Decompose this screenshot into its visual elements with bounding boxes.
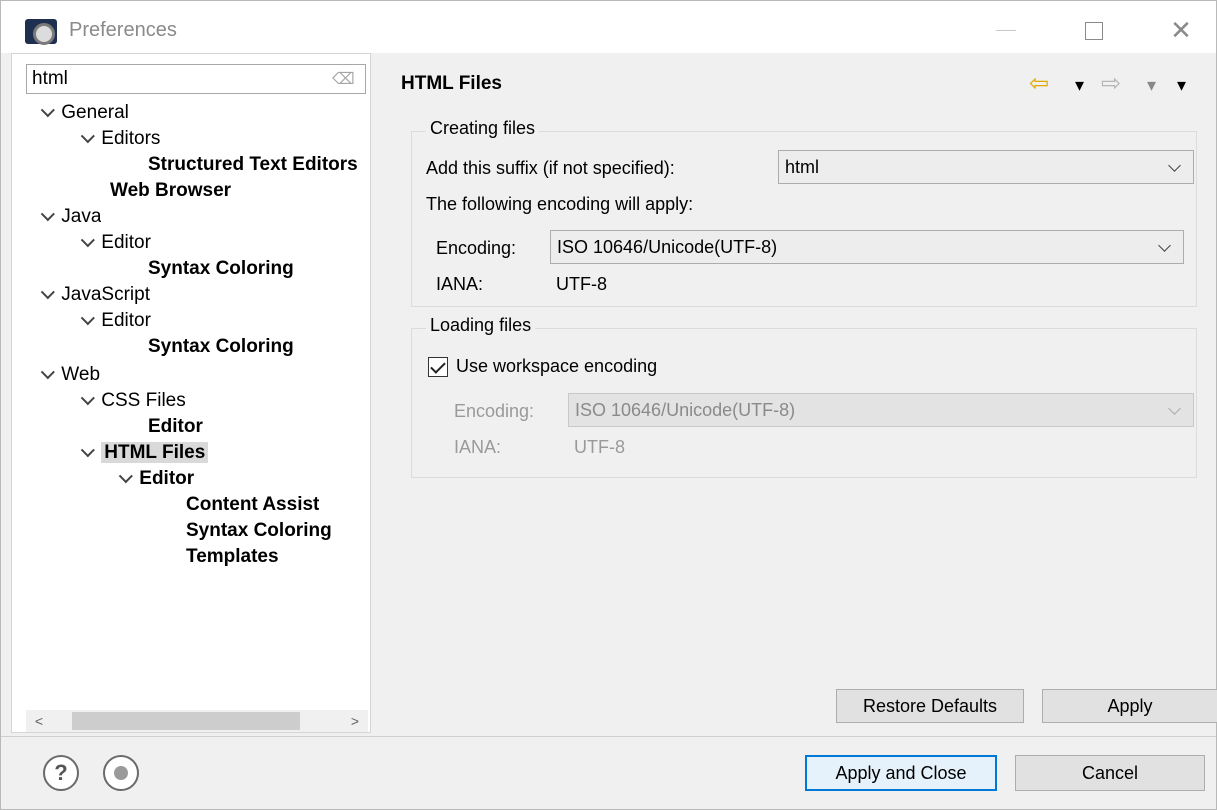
- tree-item-label: Syntax Coloring: [148, 258, 294, 279]
- creating-files-group: Creating files Add this suffix (if not s…: [411, 118, 1197, 307]
- loading-encoding-label: Encoding:: [454, 401, 535, 421]
- maximize-button[interactable]: [1074, 15, 1114, 45]
- preference-page: HTML Files ⇦ ⇨ Creating files Add this s…: [381, 53, 1217, 733]
- chevron-down-icon[interactable]: [34, 204, 56, 230]
- back-arrow-icon[interactable]: ⇦: [1029, 69, 1049, 98]
- encoding-label: Encoding:: [436, 238, 517, 258]
- tree-item-web[interactable]: Web: [34, 362, 100, 388]
- chevron-down-icon[interactable]: [34, 362, 56, 388]
- eclipse-app-icon: [25, 19, 57, 45]
- tree-item-label: Syntax Coloring: [148, 336, 294, 357]
- tree-item-web-browser[interactable]: Web Browser: [110, 178, 231, 204]
- tree-item-label: Java: [61, 206, 102, 227]
- back-dropdown-icon[interactable]: [1075, 75, 1084, 96]
- forward-dropdown-icon[interactable]: [1147, 75, 1156, 96]
- encoding-select[interactable]: ISO 10646/Unicode(UTF-8): [550, 230, 1184, 264]
- tree-item-javascript[interactable]: JavaScript: [34, 282, 150, 308]
- loading-files-title: Loading files: [426, 315, 536, 336]
- minimize-button[interactable]: [986, 15, 1026, 45]
- forward-arrow-icon[interactable]: ⇨: [1101, 69, 1121, 98]
- loading-files-group: Loading files Use workspace encoding Enc…: [411, 315, 1197, 478]
- iana-label: IANA:: [436, 274, 484, 294]
- tree-item-html-syntax-coloring[interactable]: Syntax Coloring: [186, 518, 332, 544]
- tree-item-label: CSS Files: [101, 390, 186, 411]
- tree-item-java[interactable]: Java: [34, 204, 101, 230]
- suffix-label: Add this suffix (if not specified):: [426, 158, 675, 178]
- preferences-window: Preferences ✕ ⌫ General Editors Structur…: [0, 0, 1217, 810]
- creating-files-title: Creating files: [426, 118, 540, 139]
- tree-item-editors[interactable]: Editors: [74, 126, 160, 152]
- page-navigation: ⇦ ⇨: [1029, 70, 1209, 97]
- cancel-button[interactable]: Cancel: [1015, 755, 1205, 791]
- chevron-down-icon[interactable]: [34, 282, 56, 308]
- suffix-select[interactable]: html: [778, 150, 1194, 184]
- tree-item-java-editor[interactable]: Editor: [74, 230, 151, 256]
- loading-encoding-select: ISO 10646/Unicode(UTF-8): [568, 393, 1194, 427]
- scroll-left-icon[interactable]: <: [26, 710, 52, 732]
- clear-filter-icon[interactable]: ⌫: [332, 69, 355, 89]
- tree-item-css-files[interactable]: CSS Files: [74, 388, 186, 414]
- loading-iana-label: IANA:: [454, 437, 502, 457]
- use-workspace-encoding-label[interactable]: Use workspace encoding: [456, 356, 657, 377]
- scrollbar-thumb[interactable]: [72, 712, 300, 730]
- chevron-down-icon[interactable]: [112, 466, 134, 492]
- tree-item-label: Templates: [186, 546, 279, 567]
- tree-item-label: Editors: [101, 128, 161, 149]
- chevron-down-icon[interactable]: [74, 440, 96, 466]
- preference-tree-pane: ⌫ General Editors Structured Text Editor…: [11, 53, 371, 733]
- tree-item-label: Editor: [101, 232, 151, 253]
- tree-item-label: Syntax Coloring: [186, 520, 332, 541]
- title-bar: Preferences ✕: [1, 1, 1216, 53]
- restore-defaults-button[interactable]: Restore Defaults: [836, 689, 1024, 723]
- footer-divider: [1, 736, 1216, 737]
- window-title: Preferences: [69, 19, 177, 41]
- tree-item-label: Editor: [139, 468, 195, 489]
- apply-button[interactable]: Apply: [1042, 689, 1217, 723]
- tree-item-label: Editor: [148, 416, 203, 437]
- tree-item-label: Web Browser: [110, 180, 232, 201]
- page-title: HTML Files: [401, 73, 502, 94]
- tree-item-java-syntax-coloring[interactable]: Syntax Coloring: [148, 256, 294, 282]
- tree-item-label: General: [61, 102, 129, 123]
- tree-item-label: Editor: [101, 310, 151, 331]
- tree-item-label: Web: [61, 364, 101, 385]
- tree-item-templates[interactable]: Templates: [186, 544, 279, 570]
- tree-item-label-selected: HTML Files: [101, 442, 209, 463]
- tree-item-structured-text-editors[interactable]: Structured Text Editors: [148, 152, 358, 178]
- chevron-down-icon[interactable]: [74, 308, 96, 334]
- iana-value: UTF-8: [556, 274, 607, 294]
- tree-item-label: Content Assist: [186, 494, 320, 515]
- close-button[interactable]: ✕: [1161, 15, 1201, 45]
- tree-item-javascript-editor[interactable]: Editor: [74, 308, 151, 334]
- encoding-apply-label: The following encoding will apply:: [426, 194, 694, 214]
- view-menu-icon[interactable]: [1177, 75, 1186, 96]
- tree-item-css-editor[interactable]: Editor: [148, 414, 203, 440]
- use-workspace-encoding-checkbox[interactable]: [428, 357, 448, 377]
- tree-item-javascript-syntax-coloring[interactable]: Syntax Coloring: [148, 334, 294, 360]
- tree-item-label: Structured Text Editors: [148, 154, 358, 175]
- tree-item-html-files[interactable]: HTML Files: [74, 440, 209, 466]
- chevron-down-icon[interactable]: [74, 388, 96, 414]
- record-icon[interactable]: [103, 755, 139, 791]
- loading-iana-value: UTF-8: [574, 437, 625, 457]
- filter-input[interactable]: [26, 64, 366, 94]
- chevron-down-icon[interactable]: [74, 230, 96, 256]
- suffix-value: html: [785, 157, 820, 177]
- encoding-value: ISO 10646/Unicode(UTF-8): [557, 237, 778, 257]
- tree-item-html-editor[interactable]: Editor: [112, 466, 194, 492]
- tree-item-label: JavaScript: [61, 284, 150, 305]
- apply-and-close-button[interactable]: Apply and Close: [805, 755, 997, 791]
- scroll-right-icon[interactable]: >: [342, 710, 368, 732]
- tree-item-content-assist[interactable]: Content Assist: [186, 492, 319, 518]
- help-icon[interactable]: ?: [43, 755, 79, 791]
- chevron-down-icon[interactable]: [74, 126, 96, 152]
- loading-encoding-value: ISO 10646/Unicode(UTF-8): [575, 400, 796, 420]
- horizontal-scrollbar[interactable]: < >: [26, 710, 368, 732]
- tree-item-general[interactable]: General: [34, 100, 129, 126]
- chevron-down-icon[interactable]: [34, 100, 56, 126]
